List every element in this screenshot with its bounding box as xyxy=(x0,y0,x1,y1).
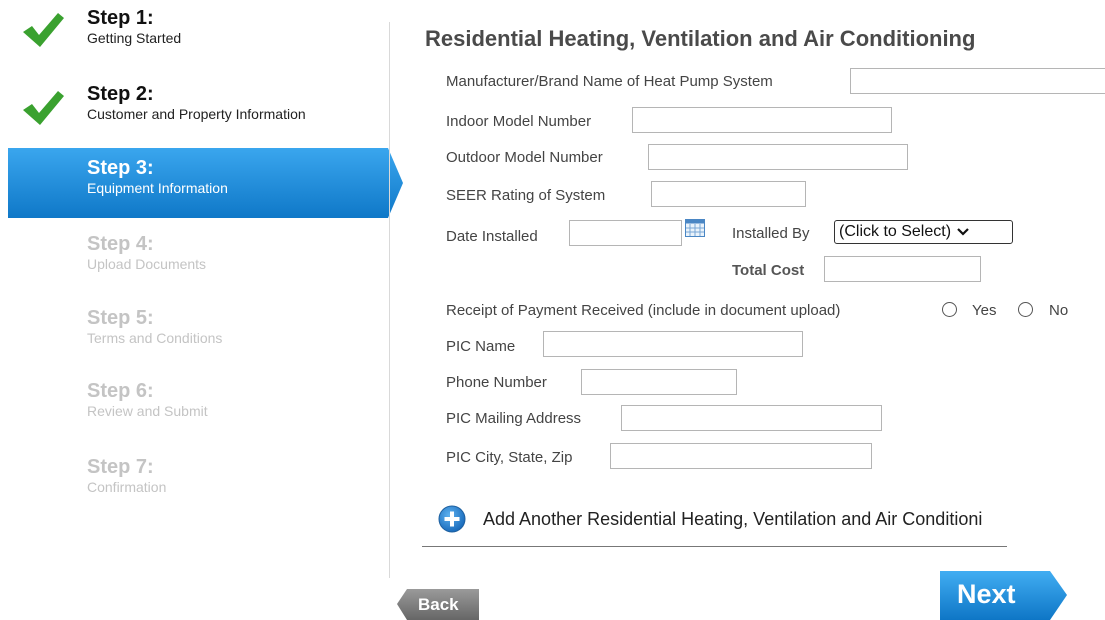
step-1-title: Step 1: xyxy=(87,7,154,29)
step-2[interactable]: Step 2: Customer and Property Informatio… xyxy=(87,84,306,122)
step-1-subtitle: Getting Started xyxy=(87,30,182,46)
check-icon xyxy=(23,91,64,125)
manufacturer-input[interactable] xyxy=(850,68,1105,94)
form-title: Residential Heating, Ventilation and Air… xyxy=(425,26,976,51)
plus-circle-icon xyxy=(438,505,466,533)
back-button[interactable]: Back xyxy=(395,587,479,620)
outdoor-model-input[interactable] xyxy=(648,144,908,170)
step-6: Step 6: Review and Submit xyxy=(87,381,208,419)
installed-by-selected: (Click to Select) xyxy=(839,223,952,240)
receipt-label: Receipt of Payment Received (include in … xyxy=(446,302,841,319)
seer-label: SEER Rating of System xyxy=(446,187,606,204)
step-4-title: Step 4: xyxy=(87,233,154,255)
date-installed-label: Date Installed xyxy=(446,228,538,245)
add-another-label: Add Another Residential Heating, Ventila… xyxy=(483,509,983,529)
step-7-subtitle: Confirmation xyxy=(87,479,167,495)
back-label: Back xyxy=(418,595,459,614)
step-5-subtitle: Terms and Conditions xyxy=(87,330,223,346)
receipt-no-radio[interactable] xyxy=(1018,302,1033,317)
phone-input[interactable] xyxy=(581,369,737,395)
total-cost-input[interactable] xyxy=(824,256,981,282)
city-state-zip-label: PIC City, State, Zip xyxy=(446,449,573,466)
step-6-title: Step 6: xyxy=(87,380,154,402)
step-3-subtitle: Equipment Information xyxy=(87,180,228,196)
calendar-icon[interactable] xyxy=(685,219,705,237)
phone-label: Phone Number xyxy=(446,374,547,391)
next-button[interactable]: Next xyxy=(940,571,1068,620)
total-cost-label: Total Cost xyxy=(732,262,805,279)
chevron-down-icon xyxy=(957,228,969,236)
next-label: Next xyxy=(957,579,1016,609)
indoor-model-label: Indoor Model Number xyxy=(446,113,592,130)
mailing-address-input[interactable] xyxy=(621,405,882,431)
step-sidebar: Step 1: Getting Started Step 2: Customer… xyxy=(0,0,403,620)
pic-name-label: PIC Name xyxy=(446,338,516,355)
sidebar-divider xyxy=(389,22,390,578)
outdoor-model-label: Outdoor Model Number xyxy=(446,149,603,166)
step-4-subtitle: Upload Documents xyxy=(87,256,207,272)
receipt-yes-label: Yes xyxy=(972,302,997,319)
check-icon xyxy=(23,13,64,47)
installed-by-select[interactable]: (Click to Select) xyxy=(834,220,1013,244)
step-2-title: Step 2: xyxy=(87,83,154,105)
indoor-model-input[interactable] xyxy=(632,107,892,133)
form-divider xyxy=(422,546,1007,547)
step-2-subtitle: Customer and Property Information xyxy=(87,106,306,122)
step-5: Step 5: Terms and Conditions xyxy=(87,308,222,346)
date-installed-input[interactable] xyxy=(569,220,682,246)
step-6-subtitle: Review and Submit xyxy=(87,403,208,419)
step-4: Step 4: Upload Documents xyxy=(87,234,206,272)
manufacturer-label: Manufacturer/Brand Name of Heat Pump Sys… xyxy=(446,73,773,90)
step-5-title: Step 5: xyxy=(87,307,154,329)
receipt-no-label: No xyxy=(1049,302,1069,319)
receipt-yes-radio[interactable] xyxy=(942,302,957,317)
city-state-zip-input[interactable] xyxy=(610,443,872,469)
step-3-title: Step 3: xyxy=(87,157,154,179)
seer-input[interactable] xyxy=(651,181,806,207)
step-3[interactable]: Step 3: Equipment Information xyxy=(87,158,228,196)
mailing-address-label: PIC Mailing Address xyxy=(446,410,582,427)
step-7-title: Step 7: xyxy=(87,456,154,478)
pic-name-input[interactable] xyxy=(543,331,803,357)
step-7: Step 7: Confirmation xyxy=(87,457,166,495)
installed-by-label: Installed By xyxy=(732,225,810,242)
step-1[interactable]: Step 1: Getting Started xyxy=(87,8,181,46)
